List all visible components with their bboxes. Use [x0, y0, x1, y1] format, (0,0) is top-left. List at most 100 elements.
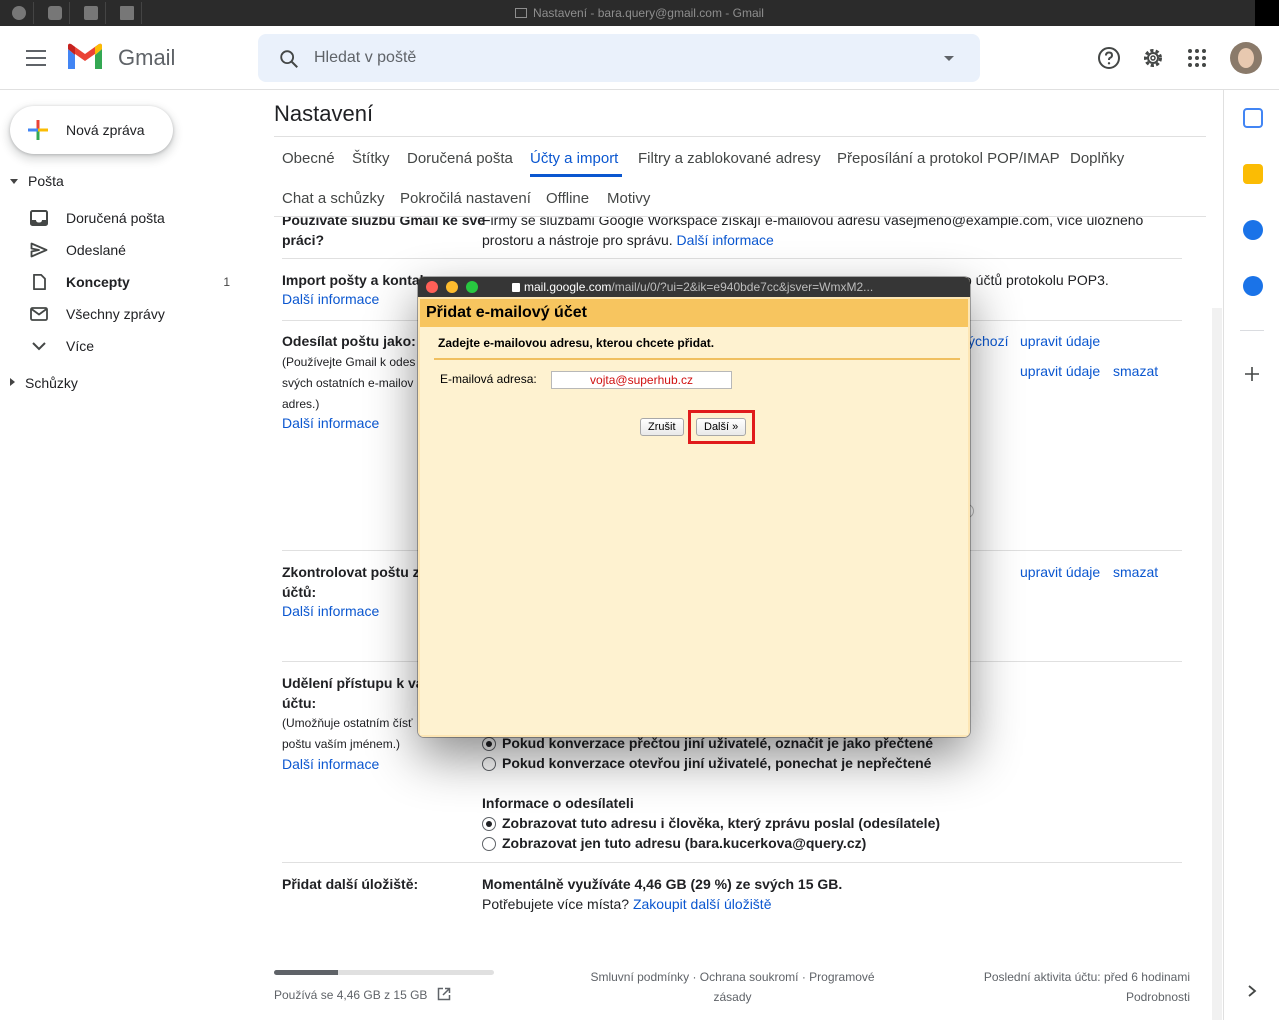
- popup-title: Přidat e-mailový účet: [426, 304, 587, 321]
- apps-grid-icon[interactable]: [1185, 46, 1209, 70]
- setting-sublabel: (Používejte Gmail k odes: [282, 355, 416, 369]
- expand-arrow-icon: [10, 378, 15, 386]
- radio-show-only[interactable]: [482, 837, 496, 851]
- learn-more-link[interactable]: Další informace: [282, 603, 379, 619]
- make-default-link[interactable]: ýchozí: [968, 333, 1008, 349]
- sidebar-item-label: Všechny zprávy: [66, 306, 165, 322]
- search-options-icon[interactable]: [944, 56, 954, 61]
- chevron-down-icon: [32, 342, 46, 351]
- sidebar-item-label: Koncepty: [66, 274, 130, 290]
- edit-info-link[interactable]: upravit údaje: [1020, 564, 1100, 580]
- learn-more-link[interactable]: Další informace: [677, 232, 774, 248]
- minimize-window-icon[interactable]: [446, 281, 458, 293]
- gear-icon[interactable]: [1141, 46, 1165, 70]
- radio-mark-read[interactable]: [482, 737, 496, 751]
- delete-link[interactable]: smazat: [1113, 363, 1158, 379]
- tab-advanced[interactable]: Pokročilá nastavení: [400, 190, 531, 207]
- sidebar-item-drafts[interactable]: Koncepty 1: [0, 266, 250, 298]
- section-heading: Informace o odesílateli: [482, 795, 634, 811]
- setting-label: Používáte službu Gmail ke své: [282, 217, 486, 228]
- radio-label[interactable]: Zobrazovat tuto adresu i člověka, který …: [502, 815, 940, 831]
- search-icon[interactable]: [278, 48, 300, 70]
- setting-sublabel: (Umožňuje ostatním čísť: [282, 716, 413, 730]
- delete-link[interactable]: smazat: [1113, 564, 1158, 580]
- sidebar-section-mail[interactable]: Pošta: [10, 173, 64, 189]
- search-bar[interactable]: [258, 34, 980, 82]
- sidebar-item-more[interactable]: Více: [0, 330, 250, 362]
- cancel-button[interactable]: Zrušit: [640, 418, 684, 436]
- storage-upsell: Potřebujete více místa? Zakoupit další ú…: [482, 896, 772, 912]
- footer-terms[interactable]: Smluvní podmínky · Ochrana soukromí · Pr…: [575, 967, 890, 1007]
- compose-button[interactable]: Nová zpráva: [10, 106, 173, 154]
- page-title: Nastavení: [274, 101, 374, 126]
- setting-label: Odesílat poštu jako:: [282, 333, 416, 349]
- plus-icon: [28, 120, 48, 140]
- search-input[interactable]: [314, 46, 914, 70]
- sidebar-item-inbox[interactable]: Doručená pošta: [0, 202, 250, 234]
- calendar-icon[interactable]: [1243, 108, 1263, 128]
- learn-more-link[interactable]: Další informace: [282, 291, 379, 307]
- maximize-window-icon[interactable]: [466, 281, 478, 293]
- setting-description: prostoru a nástroje pro správu. Další in…: [482, 232, 774, 248]
- radio-label[interactable]: Zobrazovat jen tuto adresu (bara.kucerko…: [502, 835, 866, 851]
- tasks-icon[interactable]: [1243, 220, 1263, 240]
- radio-keep-unread[interactable]: [482, 757, 496, 771]
- scrollbar[interactable]: [1212, 308, 1222, 1020]
- buy-storage-link[interactable]: Zakoupit další úložiště: [633, 896, 772, 912]
- setting-label: Import pošty a kontak: [282, 272, 428, 288]
- compose-label: Nová zpráva: [66, 122, 145, 138]
- add-addon-icon[interactable]: [1244, 366, 1260, 382]
- radio-show-both[interactable]: [482, 817, 496, 831]
- chevron-right-icon[interactable]: [1246, 984, 1258, 998]
- tab-labels[interactable]: Štítky: [352, 150, 390, 167]
- storage-progress-bar: [274, 970, 494, 975]
- tab-offline[interactable]: Offline: [546, 190, 589, 207]
- keep-icon[interactable]: [1243, 164, 1263, 184]
- setting-description: o účtů protokolu POP3.: [964, 272, 1109, 288]
- drafts-count-badge: 1: [223, 275, 230, 289]
- tab-themes[interactable]: Motivy: [607, 190, 650, 207]
- gmail-header: Gmail: [0, 26, 1279, 90]
- tab-general[interactable]: Obecné: [282, 150, 335, 167]
- learn-more-link[interactable]: Další informace: [282, 415, 379, 431]
- close-window-icon[interactable]: [426, 281, 438, 293]
- browser-titlebar: Nastavení - bara.query@gmail.com - Gmail: [0, 0, 1279, 26]
- edit-info-link[interactable]: upravit údaje: [1020, 363, 1100, 379]
- tab-accounts-import[interactable]: Účty a import: [530, 150, 618, 167]
- sidebar-item-label: Doručená pošta: [66, 210, 165, 226]
- footer-activity: Poslední aktivita účtu: před 6 hodinami P…: [983, 970, 1190, 1004]
- divider: [1240, 330, 1264, 331]
- tab-forwarding[interactable]: Přeposílání a protokol POP/IMAP: [837, 150, 1060, 167]
- add-account-popup: mail.google.com/mail/u/0/?ui=2&ik=e940bd…: [418, 277, 970, 737]
- popup-body: Zadejte e-mailovou adresu, kterou chcete…: [420, 327, 968, 735]
- radio-label[interactable]: Pokud konverzace přečtou jiní uživatelé,…: [502, 735, 933, 751]
- sidebar-item-label: Více: [66, 338, 95, 354]
- tab-addons[interactable]: Doplňky: [1070, 150, 1124, 167]
- email-field[interactable]: [551, 371, 732, 389]
- inbox-icon: [30, 210, 48, 226]
- radio-label[interactable]: Pokud konverzace otevřou jiní uživatelé,…: [502, 755, 931, 771]
- sidebar-item-all-mail[interactable]: Všechny zprávy: [0, 298, 250, 330]
- tab-chat-meet[interactable]: Chat a schůzky: [282, 190, 385, 207]
- help-icon[interactable]: [1097, 46, 1121, 70]
- window-title: Nastavení - bara.query@gmail.com - Gmail: [0, 6, 1279, 20]
- storage-used-text[interactable]: Používá se 4,46 GB z 15 GB: [274, 987, 451, 1002]
- details-link[interactable]: Podrobnosti: [1126, 990, 1190, 1004]
- tab-filters[interactable]: Filtry a zablokované adresy: [638, 150, 821, 167]
- divider: [282, 258, 1182, 259]
- edit-info-link[interactable]: upravit údaje: [1020, 333, 1100, 349]
- collapse-arrow-icon: [10, 179, 18, 184]
- main-menu-icon[interactable]: [26, 50, 46, 66]
- contacts-icon[interactable]: [1243, 276, 1263, 296]
- gmail-wordmark: Gmail: [118, 45, 176, 70]
- learn-more-link[interactable]: Další informace: [282, 756, 379, 772]
- tab-inbox[interactable]: Doručená pošta: [407, 150, 513, 167]
- sidebar-section-meetings[interactable]: Schůzky: [10, 375, 78, 391]
- avatar[interactable]: [1230, 42, 1262, 74]
- sidebar-item-sent[interactable]: Odeslané: [0, 234, 250, 266]
- storage-progress-fill: [274, 970, 338, 975]
- open-external-icon[interactable]: [437, 987, 451, 1001]
- setting-label: práci?: [282, 232, 325, 248]
- popup-url: mail.google.com/mail/u/0/?ui=2&ik=e940bd…: [512, 280, 873, 294]
- next-button[interactable]: Další »: [696, 418, 747, 436]
